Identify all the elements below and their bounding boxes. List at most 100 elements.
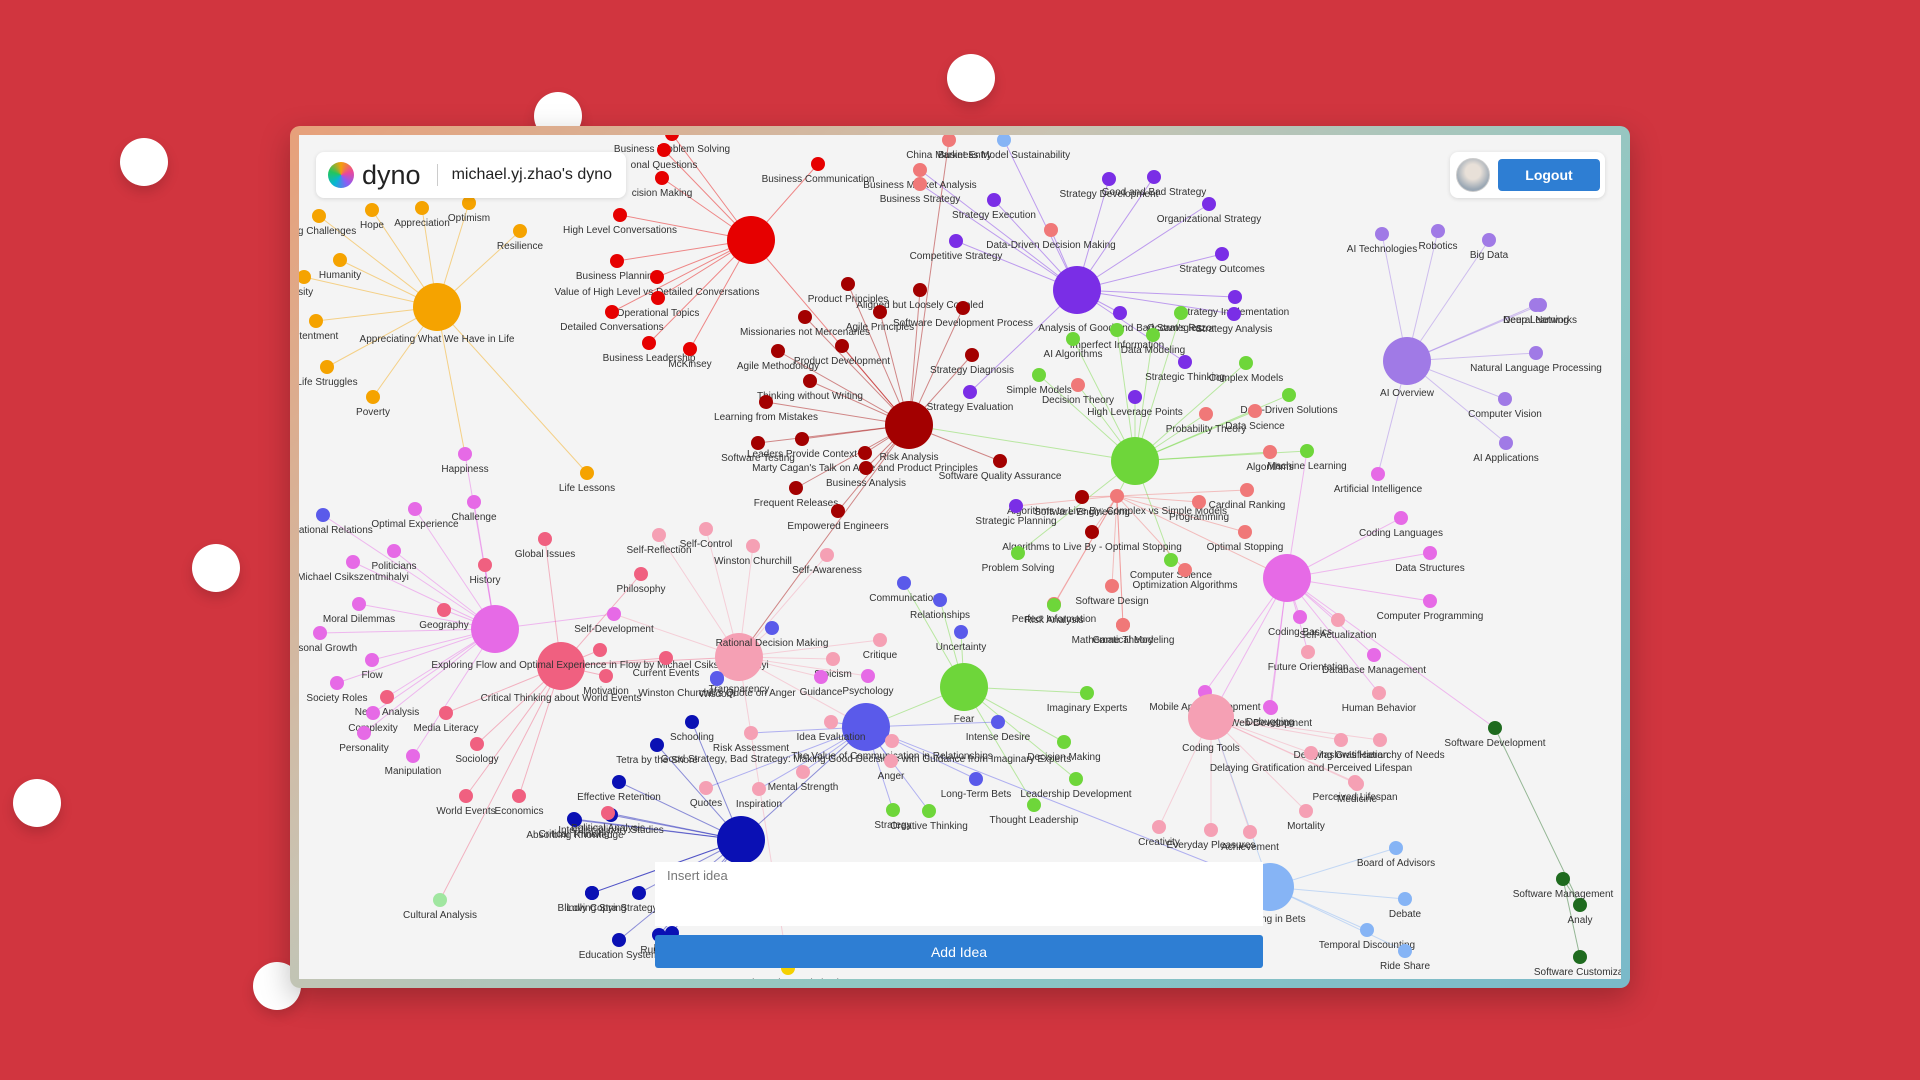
- graph-node-k4[interactable]: [607, 607, 621, 621]
- graph-node-p11[interactable]: [949, 234, 963, 248]
- graph-node-p10[interactable]: [1215, 247, 1229, 261]
- graph-node-g16[interactable]: [1192, 495, 1206, 509]
- graph-node-d13[interactable]: [859, 461, 873, 475]
- graph-node-m8[interactable]: [1367, 648, 1381, 662]
- graph-node-g6[interactable]: [1071, 378, 1085, 392]
- graph-node-p5[interactable]: [1102, 172, 1116, 186]
- graph-node-e4[interactable]: [885, 734, 899, 748]
- graph-node-v6[interactable]: [346, 555, 360, 569]
- graph-node-g18[interactable]: [1085, 525, 1099, 539]
- graph-node-p9[interactable]: [1044, 223, 1058, 237]
- graph-node-b4[interactable]: [1398, 944, 1412, 958]
- graph-node-e2[interactable]: [744, 726, 758, 740]
- graph-node-g28[interactable]: [1009, 499, 1023, 513]
- graph-node-g21[interactable]: [1178, 563, 1192, 577]
- logout-button[interactable]: Logout: [1498, 159, 1600, 191]
- graph-node-n1[interactable]: [685, 715, 699, 729]
- graph-node-g17[interactable]: [1075, 490, 1089, 504]
- graph-node-blue[interactable]: [842, 703, 890, 751]
- graph-node-g27[interactable]: [1116, 618, 1130, 632]
- graph-node-e11[interactable]: [699, 781, 713, 795]
- graph-node-g2[interactable]: [1110, 323, 1124, 337]
- graph-node-o11[interactable]: [580, 466, 594, 480]
- graph-node-d16[interactable]: [993, 454, 1007, 468]
- graph-node-b1[interactable]: [1389, 841, 1403, 855]
- graph-node-r10[interactable]: [642, 336, 656, 350]
- graph-node-f5[interactable]: [1057, 735, 1071, 749]
- graph-node-v12[interactable]: [330, 676, 344, 690]
- graph-node-k16[interactable]: [861, 669, 875, 683]
- graph-node-k2[interactable]: [599, 669, 613, 683]
- graph-node-f2[interactable]: [933, 593, 947, 607]
- graph-node-a2[interactable]: [1431, 224, 1445, 238]
- graph-node-r6[interactable]: [610, 254, 624, 268]
- graph-node-mag[interactable]: [1263, 554, 1311, 602]
- graph-node-p7[interactable]: [987, 193, 1001, 207]
- graph-node-g5[interactable]: [1032, 368, 1046, 382]
- graph-node-p13[interactable]: [1113, 306, 1127, 320]
- graph-node-p12[interactable]: [1228, 290, 1242, 304]
- graph-node-o6[interactable]: [333, 253, 347, 267]
- graph-node-appr[interactable]: [413, 283, 461, 331]
- graph-node-m12[interactable]: [1488, 721, 1502, 735]
- graph-node-g11[interactable]: [1248, 404, 1262, 418]
- graph-node-k13[interactable]: [814, 670, 828, 684]
- graph-node-v16[interactable]: [406, 749, 420, 763]
- graph-node-e8[interactable]: [886, 803, 900, 817]
- graph-canvas[interactable]: Appreciating What We Have in Life Appreci…: [299, 135, 1621, 979]
- graph-node-f6[interactable]: [1069, 772, 1083, 786]
- graph-node-v22[interactable]: [538, 532, 552, 546]
- graph-node-v1[interactable]: [316, 508, 330, 522]
- graph-node-a5[interactable]: [1529, 298, 1543, 312]
- graph-node-g10[interactable]: [1199, 407, 1213, 421]
- graph-node-v20[interactable]: [512, 789, 526, 803]
- graph-node-g13[interactable]: [1300, 444, 1314, 458]
- graph-node-m1[interactable]: [1371, 467, 1385, 481]
- graph-node-k5[interactable]: [634, 567, 648, 581]
- graph-node-n8[interactable]: [632, 886, 646, 900]
- graph-node-r5[interactable]: [613, 208, 627, 222]
- insert-idea-input[interactable]: [655, 862, 1263, 926]
- graph-node-o3[interactable]: [462, 196, 476, 210]
- graph-node-p2[interactable]: [997, 135, 1011, 147]
- graph-node-n2[interactable]: [650, 738, 664, 752]
- graph-node-e9[interactable]: [922, 804, 936, 818]
- graph-node-o4[interactable]: [513, 224, 527, 238]
- graph-node-n3[interactable]: [612, 775, 626, 789]
- graph-node-v14[interactable]: [366, 706, 380, 720]
- graph-node-g8[interactable]: [1128, 390, 1142, 404]
- graph-node-g14[interactable]: [1110, 489, 1124, 503]
- graph-node-d9[interactable]: [759, 395, 773, 409]
- graph-node-e7[interactable]: [969, 772, 983, 786]
- graph-node-p15[interactable]: [963, 385, 977, 399]
- graph-node-m2[interactable]: [1394, 511, 1408, 525]
- graph-node-r9[interactable]: [605, 305, 619, 319]
- graph-node-g4[interactable]: [1146, 328, 1160, 342]
- graph-node-p4[interactable]: [913, 177, 927, 191]
- graph-node-c9[interactable]: [1243, 825, 1257, 839]
- graph-node-g20[interactable]: [1164, 553, 1178, 567]
- graph-node-m5[interactable]: [1293, 610, 1307, 624]
- graph-node-k12[interactable]: [826, 652, 840, 666]
- graph-node-r8[interactable]: [651, 291, 665, 305]
- graph-node-v2[interactable]: [408, 502, 422, 516]
- graph-node-a3[interactable]: [1482, 233, 1496, 247]
- graph-node-n7[interactable]: [601, 806, 615, 820]
- graph-node-d14[interactable]: [789, 481, 803, 495]
- graph-node-k10[interactable]: [765, 621, 779, 635]
- graph-node-g22[interactable]: [1105, 579, 1119, 593]
- graph-node-d17[interactable]: [965, 348, 979, 362]
- graph-node-v3[interactable]: [467, 495, 481, 509]
- graph-node-c7[interactable]: [1152, 820, 1166, 834]
- graph-node-b3[interactable]: [1360, 923, 1374, 937]
- graph-node-green[interactable]: [1111, 437, 1159, 485]
- graph-node-k11[interactable]: [873, 633, 887, 647]
- add-idea-button[interactable]: Add Idea: [655, 935, 1263, 968]
- graph-node-ai[interactable]: [1383, 337, 1431, 385]
- graph-node-e10[interactable]: [752, 782, 766, 796]
- graph-node-d15[interactable]: [831, 504, 845, 518]
- graph-node-d3[interactable]: [798, 310, 812, 324]
- graph-node-g25[interactable]: [1047, 598, 1061, 612]
- graph-node-v10[interactable]: [313, 626, 327, 640]
- graph-node-code[interactable]: [1188, 694, 1234, 740]
